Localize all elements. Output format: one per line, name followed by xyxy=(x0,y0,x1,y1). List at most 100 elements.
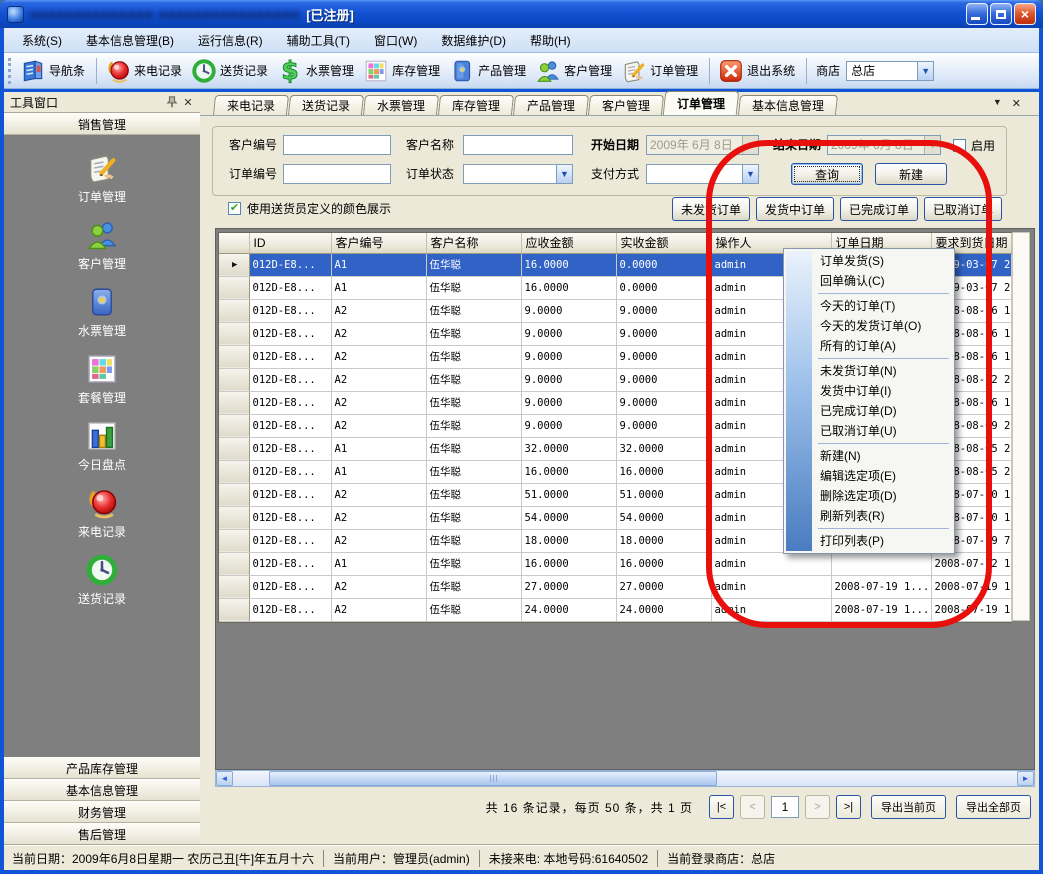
sidebar-section-sales[interactable]: 销售管理 xyxy=(4,113,200,135)
toolbar-order-button[interactable]: 订单管理 xyxy=(618,56,704,86)
context-menu-item[interactable]: 已完成订单(D) xyxy=(786,401,952,421)
sidebar-item-order-mgmt[interactable]: 订单管理 xyxy=(42,151,162,205)
sidebar-item-delivery-records[interactable]: 送货记录 xyxy=(42,553,162,607)
sidebar-section-button[interactable]: 售后管理 xyxy=(4,823,200,845)
tab[interactable]: 送货记录 xyxy=(288,95,364,115)
order-status-select[interactable]: ▼ xyxy=(463,164,573,184)
row-selector-cell[interactable] xyxy=(219,575,249,598)
tab[interactable]: 客户管理 xyxy=(588,95,664,115)
page-number-input[interactable]: 1 xyxy=(771,796,799,818)
export-current-page-button[interactable]: 导出当前页 xyxy=(871,795,946,819)
prev-page-button[interactable]: < xyxy=(740,795,765,819)
context-menu-item[interactable]: 所有的订单(A) xyxy=(786,336,952,356)
query-button[interactable]: 查询 xyxy=(791,163,863,185)
sidebar-section-button[interactable]: 产品库存管理 xyxy=(4,757,200,779)
order-status-filter-button[interactable]: 发货中订单 xyxy=(756,197,834,221)
order-status-filter-button[interactable]: 已完成订单 xyxy=(840,197,918,221)
row-selector-cell[interactable] xyxy=(219,529,249,552)
grid-column-header[interactable]: ID xyxy=(249,233,331,253)
sidebar-item-today-summary[interactable]: 今日盘点 xyxy=(42,419,162,473)
table-row[interactable]: 012D-E8... A1 伍华聪 16.0000 16.0000 admin … xyxy=(219,552,1011,575)
context-menu-item[interactable]: 编辑选定项(E) xyxy=(786,466,952,486)
horizontal-scrollbar[interactable]: ◄ ► xyxy=(215,770,1035,787)
row-selector-cell[interactable] xyxy=(219,460,249,483)
tab[interactable]: 水票管理 xyxy=(363,95,439,115)
menu-bar-item[interactable]: 帮助(H) xyxy=(520,29,581,52)
tab[interactable]: 来电记录 xyxy=(213,95,289,115)
table-row[interactable]: 012D-E8... A2 伍华聪 27.0000 27.0000 admin … xyxy=(219,575,1011,598)
grid-column-header[interactable]: 应收金额 xyxy=(521,233,616,253)
shop-select[interactable]: 总店 ▼ xyxy=(846,61,934,81)
use-courier-color-checkbox[interactable]: ✔ xyxy=(228,202,241,215)
menu-bar-item[interactable]: 系统(S) xyxy=(12,29,72,52)
row-selector-cell[interactable] xyxy=(219,552,249,575)
tab[interactable]: 订单管理 xyxy=(663,91,740,115)
pay-method-select[interactable]: ▼ xyxy=(646,164,759,184)
toolbar-inventory-button[interactable]: 库存管理 xyxy=(360,56,446,86)
context-menu-item[interactable]: 刷新列表(R) xyxy=(786,506,952,526)
customer-no-input[interactable] xyxy=(283,135,391,155)
close-button[interactable]: × xyxy=(1014,3,1036,25)
context-menu-item[interactable]: 打印列表(P) xyxy=(786,531,952,551)
vertical-scrollbar[interactable] xyxy=(1012,232,1030,621)
table-row[interactable]: 012D-E8... A2 伍华聪 24.0000 24.0000 admin … xyxy=(219,598,1011,621)
grid-column-header[interactable]: 实收金额 xyxy=(616,233,711,253)
grid-column-header[interactable]: 客户名称 xyxy=(426,233,521,253)
menu-bar-item[interactable]: 运行信息(R) xyxy=(188,29,273,52)
row-selector-cell[interactable] xyxy=(219,276,249,299)
context-menu-item[interactable]: 订单发货(S) xyxy=(786,251,952,271)
context-menu-item[interactable]: 已取消订单(U) xyxy=(786,421,952,441)
context-menu-item[interactable]: 删除选定项(D) xyxy=(786,486,952,506)
toolbar-customer-button[interactable]: 客户管理 xyxy=(532,56,618,86)
customer-name-input[interactable] xyxy=(463,135,573,155)
context-menu-item[interactable]: 回单确认(C) xyxy=(786,271,952,291)
toolbar-water-ticket-button[interactable]: 水票管理 xyxy=(274,56,360,86)
toolbar-product-button[interactable]: 产品管理 xyxy=(446,56,532,86)
enable-date-checkbox[interactable] xyxy=(953,139,966,152)
sidebar-item-customer-mgmt[interactable]: 客户管理 xyxy=(42,218,162,272)
row-selector-cell[interactable] xyxy=(219,253,249,276)
export-all-pages-button[interactable]: 导出全部页 xyxy=(956,795,1031,819)
first-page-button[interactable]: |< xyxy=(709,795,734,819)
row-selector-cell[interactable] xyxy=(219,506,249,529)
minimize-button[interactable] xyxy=(966,3,988,25)
toolbar-exit-button[interactable]: 退出系统 xyxy=(715,56,801,86)
row-selector-cell[interactable] xyxy=(219,299,249,322)
order-no-input[interactable] xyxy=(283,164,391,184)
row-selector-cell[interactable] xyxy=(219,322,249,345)
maximize-button[interactable] xyxy=(990,3,1012,25)
new-button[interactable]: 新建 xyxy=(875,163,947,185)
scroll-left-icon[interactable]: ◄ xyxy=(216,771,233,786)
chevron-down-icon[interactable]: ▼ xyxy=(917,62,933,80)
toolbar-call-records-button[interactable]: 来电记录 xyxy=(102,56,188,86)
context-menu-item[interactable]: 新建(N) xyxy=(786,446,952,466)
chevron-down-icon[interactable]: ▼ xyxy=(556,165,572,183)
order-status-filter-button[interactable]: 未发货订单 xyxy=(672,197,750,221)
context-menu-item[interactable]: 未发货订单(N) xyxy=(786,361,952,381)
row-selector-cell[interactable] xyxy=(219,437,249,460)
sidebar-section-button[interactable]: 基本信息管理 xyxy=(4,779,200,801)
tab[interactable]: 基本信息管理 xyxy=(738,95,838,115)
context-menu-item[interactable]: 今天的订单(T) xyxy=(786,296,952,316)
row-selector-cell[interactable] xyxy=(219,345,249,368)
order-status-filter-button[interactable]: 已取消订单 xyxy=(924,197,1002,221)
grid-column-header[interactable]: 客户编号 xyxy=(331,233,426,253)
tab-close-icon[interactable]: ✕ xyxy=(1012,97,1021,110)
tab-list-menu-icon[interactable]: ▼ xyxy=(993,97,1002,110)
sidebar-item-call-records[interactable]: 来电记录 xyxy=(42,486,162,540)
menu-bar-item[interactable]: 基本信息管理(B) xyxy=(76,29,184,52)
menu-bar-item[interactable]: 数据维护(D) xyxy=(431,29,516,52)
menu-bar-item[interactable]: 辅助工具(T) xyxy=(277,29,360,52)
toolbar-navigator-button[interactable]: 导航条 xyxy=(17,56,91,86)
close-icon[interactable]: ✕ xyxy=(180,94,196,110)
menu-bar-item[interactable]: 窗口(W) xyxy=(364,29,427,52)
chevron-down-icon[interactable]: ▼ xyxy=(742,165,758,183)
context-menu-item[interactable]: 发货中订单(I) xyxy=(786,381,952,401)
toolbar-delivery-records-button[interactable]: 送货记录 xyxy=(188,56,274,86)
row-selector-cell[interactable] xyxy=(219,483,249,506)
sidebar-item-water-ticket-mgmt[interactable]: 水票管理 xyxy=(42,285,162,339)
tab[interactable]: 库存管理 xyxy=(438,95,514,115)
toolbar-grip[interactable] xyxy=(8,58,15,84)
pin-icon[interactable] xyxy=(164,94,180,110)
row-selector-cell[interactable] xyxy=(219,391,249,414)
